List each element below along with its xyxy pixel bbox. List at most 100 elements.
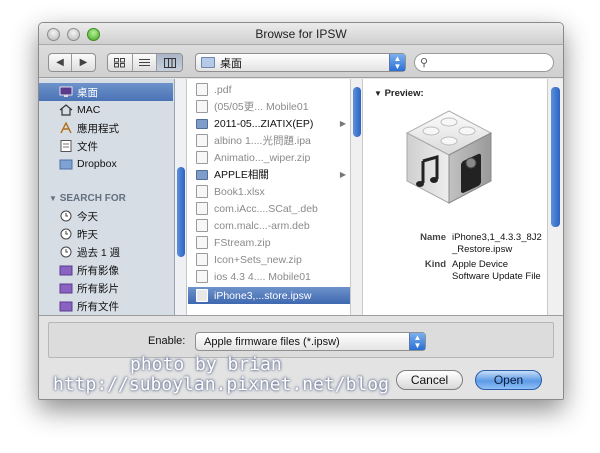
preview-scrollbar[interactable] <box>547 79 563 315</box>
search-field[interactable]: ⚲ <box>414 53 554 72</box>
file-row[interactable]: com.malc...-arm.deb <box>188 217 350 234</box>
sidebar-item-all-movies[interactable]: 所有影片 <box>39 279 173 297</box>
file-name: albino 1....光問題.ipa <box>214 135 311 147</box>
sidebar-item-label: 今天 <box>77 210 98 223</box>
file-name: APPLE相關 <box>214 169 269 181</box>
file-row[interactable]: albino 1....光問題.ipa <box>188 132 350 149</box>
sidebar-item-label: 應用程式 <box>77 122 119 135</box>
document-icon <box>196 219 208 232</box>
file-row-selected[interactable]: iPhone3,...store.ipsw <box>188 287 350 304</box>
folder-row[interactable]: APPLE相關 ▶ <box>188 166 350 183</box>
sidebar-item-applications[interactable]: 應用程式 <box>39 119 173 137</box>
clock-icon <box>59 245 73 259</box>
clock-icon <box>59 227 73 241</box>
cancel-button[interactable]: Cancel <box>396 370 463 390</box>
name-value: iPhone3,1_4.3.3_8J2_Restore.ipsw <box>452 232 542 255</box>
sidebar-item-mac[interactable]: MAC <box>39 101 173 119</box>
zip-archive-icon <box>196 236 208 249</box>
browser-area: 桌面 MAC 應用程式 文件 Dropbox ▼ SEARCH FOR 今天 昨… <box>39 79 563 315</box>
column-view-icon <box>163 57 176 68</box>
file-row[interactable]: ios 4.3 4.... Mobile01 <box>188 268 350 285</box>
file-row[interactable]: Icon+Sets_new.zip <box>188 251 350 268</box>
enable-filter-box: Enable: Apple firmware files (*.ipsw) ▲ ▼ <box>48 322 554 358</box>
preview-pane: ▼ Preview: Name iPhone3,1_4.3.3_8J2_Rest… <box>364 79 547 315</box>
sidebar-item-label: 過去 1 週 <box>77 246 121 259</box>
file-type-popup[interactable]: Apple firmware files (*.ipsw) ▲ ▼ <box>195 332 426 351</box>
list-view-button[interactable] <box>133 54 158 71</box>
smart-folder-icon <box>59 263 73 277</box>
folder-icon <box>201 57 215 68</box>
sidebar-item-all-images[interactable]: 所有影像 <box>39 261 173 279</box>
forward-button[interactable]: ▶ <box>72 54 95 71</box>
preview-header: ▼ Preview: <box>374 88 424 99</box>
watermark-url: http://suboylan.pixnet.net/blog <box>53 374 389 395</box>
view-mode-buttons <box>107 53 183 72</box>
file-row[interactable]: FStream.zip <box>188 234 350 251</box>
smart-folder-icon <box>59 281 73 295</box>
preview-title: Preview: <box>384 88 424 99</box>
ipsw-package-icon <box>405 110 493 204</box>
document-icon <box>196 100 208 113</box>
file-column: .pdf (05/05更... Mobile01 2011-05...ZIATI… <box>188 79 350 315</box>
ipsw-file-icon <box>196 289 208 302</box>
back-button[interactable]: ◀ <box>49 54 73 71</box>
document-icon <box>196 270 208 283</box>
search-icon: ⚲ <box>420 57 429 69</box>
sidebar-item-label: Dropbox <box>77 158 117 170</box>
document-icon <box>196 83 208 96</box>
file-name: Animatio..._wiper.zip <box>214 151 311 164</box>
search-for-section[interactable]: ▼ SEARCH FOR <box>49 193 126 204</box>
sidebar-item-all-documents[interactable]: 所有文件 <box>39 297 173 315</box>
file-name: (05/05更... Mobile01 <box>214 101 309 113</box>
desktop-icon <box>59 85 73 99</box>
scrollbar-thumb[interactable] <box>353 87 361 137</box>
file-name: 2011-05...ZIATIX(EP) <box>214 117 314 130</box>
file-row[interactable]: Animatio..._wiper.zip <box>188 149 350 166</box>
folder-row[interactable]: 2011-05...ZIATIX(EP) ▶ <box>188 115 350 132</box>
sidebar-item-label: MAC <box>77 104 101 116</box>
file-browser-dialog: Browse for IPSW ◀ ▶ 桌面 ▲ ▼ ⚲ 桌面 MAC 應用程式… <box>38 22 564 400</box>
disclosure-arrow-icon: ▶ <box>339 119 346 128</box>
enable-label: Enable: <box>148 335 186 347</box>
clock-icon <box>59 209 73 223</box>
sidebar-scrollbar[interactable] <box>175 79 187 315</box>
kind-label: Kind <box>424 259 446 270</box>
column-view-button[interactable] <box>157 54 182 71</box>
zip-archive-icon <box>196 253 208 266</box>
section-heading: SEARCH FOR <box>59 193 126 204</box>
title-bar: Browse for IPSW <box>39 23 563 45</box>
file-row[interactable]: Book1.xlsx <box>188 183 350 200</box>
sidebar-item-documents[interactable]: 文件 <box>39 137 173 155</box>
list-view-icon <box>139 58 150 66</box>
sidebar-item-desktop[interactable]: 桌面 <box>39 83 173 101</box>
scrollbar-thumb[interactable] <box>177 167 185 257</box>
file-column-scrollbar[interactable] <box>350 79 363 315</box>
sidebar-item-today[interactable]: 今天 <box>39 207 173 225</box>
file-name: Book1.xlsx <box>214 185 265 198</box>
file-type-value: Apple firmware files (*.ipsw) <box>204 336 340 348</box>
document-icon <box>196 202 208 215</box>
file-row[interactable]: .pdf <box>188 81 350 98</box>
scrollbar-thumb[interactable] <box>551 87 560 227</box>
location-popup[interactable]: 桌面 ▲ ▼ <box>195 53 406 72</box>
file-name: .pdf <box>214 83 232 96</box>
applications-icon <box>59 121 73 135</box>
file-name: com.iAcc....SCat_.deb <box>214 202 318 215</box>
popup-arrows-icon: ▲ ▼ <box>389 54 405 71</box>
folder-icon <box>196 118 208 129</box>
open-button[interactable]: Open <box>475 370 542 390</box>
name-label: Name <box>420 232 446 243</box>
sidebar-item-past-week[interactable]: 過去 1 週 <box>39 243 173 261</box>
icon-view-button[interactable] <box>108 54 133 71</box>
navigation-buttons: ◀ ▶ <box>48 53 96 72</box>
sidebar-item-label: 所有影像 <box>77 264 119 277</box>
file-row[interactable]: com.iAcc....SCat_.deb <box>188 200 350 217</box>
forward-arrow-icon: ▶ <box>79 57 88 68</box>
sidebar-item-yesterday[interactable]: 昨天 <box>39 225 173 243</box>
file-row[interactable]: (05/05更... Mobile01 <box>188 98 350 115</box>
sidebar-item-label: 所有影片 <box>77 282 119 295</box>
location-label: 桌面 <box>220 57 242 70</box>
document-icon <box>196 134 208 147</box>
sidebar-item-dropbox[interactable]: Dropbox <box>39 155 173 173</box>
home-icon <box>59 103 73 117</box>
